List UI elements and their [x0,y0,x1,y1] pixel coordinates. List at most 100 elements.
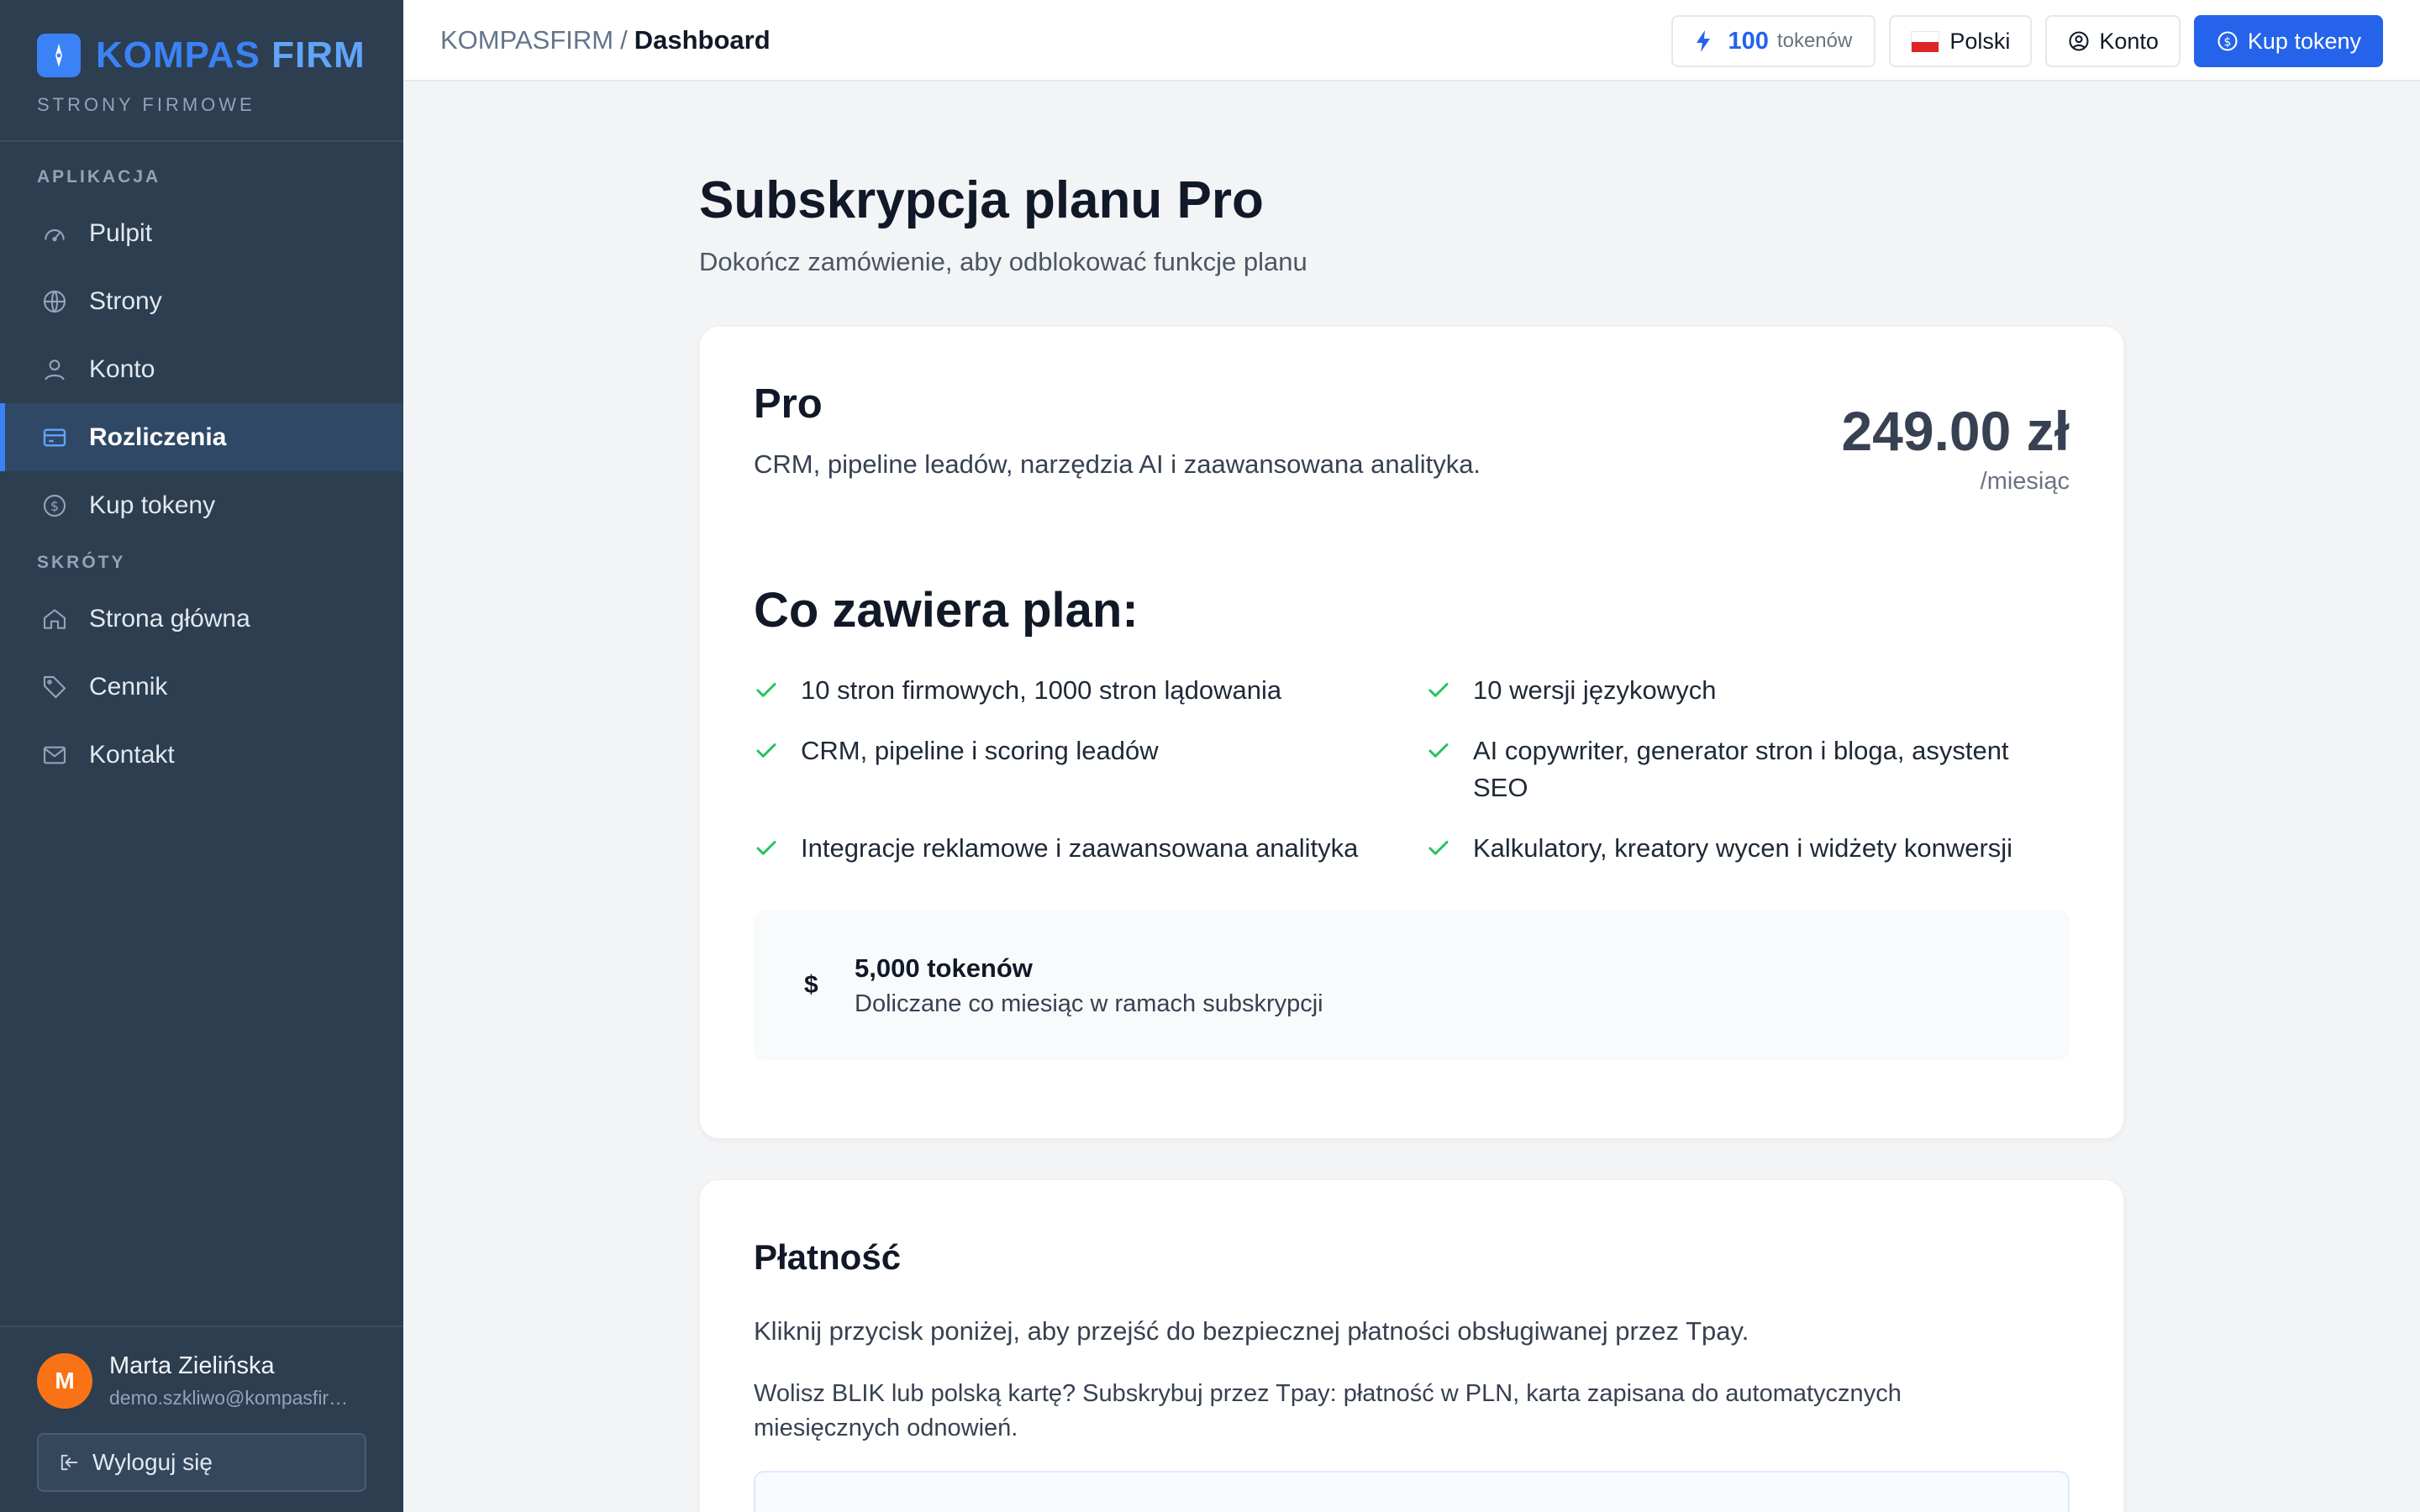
payment-card: Płatność Kliknij przycisk poniżej, aby p… [699,1179,2124,1512]
feature-text: Kalkulatory, kreatory wycen i widżety ko… [1473,833,2013,863]
feature-item: Integracje reklamowe i zaawansowana anal… [754,830,1426,867]
token-balance-button[interactable]: 100 tokenów [1670,15,1876,67]
feature-text: CRM, pipeline i scoring leadów [801,736,1159,765]
check-icon [754,830,782,867]
includes-title: Co zawiera plan: [754,583,1139,638]
sidebar-item-label: Konto [89,354,155,383]
main-content: Subskrypcja planu Pro Dokończ zamówienie… [699,81,2124,1512]
check-icon [754,672,782,709]
sidebar-item-rozliczenia[interactable]: Rozliczenia [0,403,403,471]
sidebar-item-label: Rozliczenia [89,423,227,451]
compass-icon [37,34,81,77]
globe-icon [40,287,69,316]
avatar: M [37,1353,92,1409]
feature-text: Integracje reklamowe i zaawansowana anal… [801,833,1359,863]
token-unit: tokenów [1776,29,1853,52]
user-email: demo.szkliwo@kompasfirm.pl [109,1387,361,1409]
sidebar-item-konto[interactable]: Konto [0,335,403,403]
check-icon [1426,732,1455,769]
brand-link[interactable]: KOMPAS FIRM [37,34,366,77]
svg-text:$: $ [2223,35,2231,49]
sidebar-item-kontakt[interactable]: Kontakt [0,721,403,789]
dollar-icon: $ [804,971,818,999]
user-card[interactable]: M Marta Zielińska demo.szkliwo@kompasfir… [37,1352,366,1410]
brand-kompas: KOMPAS [96,34,260,76]
feature-text: 10 wersji językowych [1473,675,1717,705]
sidebar-footer: M Marta Zielińska demo.szkliwo@kompasfir… [0,1326,403,1512]
price-period: /miesiąc [1980,468,2070,495]
brand-subtitle: STRONY FIRMOWE [37,94,255,115]
payment-option-box[interactable] [754,1471,2070,1512]
tag-icon [40,673,69,701]
plan-card: Pro CRM, pipeline leadów, narzędzia AI i… [699,326,2124,1139]
nav-section-app: APLIKACJA [37,167,161,186]
top-actions: 100 tokenów Polski Konto $ Kup tokeny [1670,15,2383,67]
sidebar: KOMPAS FIRM STRONY FIRMOWE APLIKACJA Pul… [0,0,403,1512]
breadcrumb-separator: / [620,24,628,55]
sidebar-item-kup-tokeny[interactable]: $ Kup tokeny [0,471,403,539]
bolt-icon [1695,29,1712,53]
page-title: Subskrypcja planu Pro [699,171,1264,229]
nav-list-app: Pulpit Strony Konto Rozliczenia $ Kup to… [0,199,403,539]
sidebar-item-label: Kup tokeny [89,491,216,519]
coin-icon: $ [2216,29,2239,53]
brand-firm: FIRM [271,34,366,76]
feature-text: AI copywriter, generator stron i bloga, … [1473,736,2009,802]
feature-text: 10 stron firmowych, 1000 stron lądowania [801,675,1282,705]
buy-tokens-label: Kup tokeny [2247,28,2361,54]
user-info: Marta Zielińska demo.szkliwo@kompasfirm.… [109,1352,361,1410]
feature-item: 10 stron firmowych, 1000 stron lądowania [754,672,1426,709]
sidebar-item-strony[interactable]: Strony [0,267,403,335]
language-label: Polski [1949,28,2011,54]
breadcrumb-root[interactable]: KOMPASFIRM [440,25,613,55]
sidebar-item-label: Cennik [89,672,168,701]
gauge-icon [40,219,69,248]
topbar: KOMPASFIRM / Dashboard 100 tokenów Polski … [403,0,2420,81]
price-value: 249.00 zł [1841,400,2070,462]
check-icon [1426,830,1455,867]
payment-instructions: Kliknij przycisk poniżej, aby przejść do… [754,1316,1749,1346]
language-button[interactable]: Polski [1889,15,2033,67]
logout-icon [57,1451,81,1474]
sidebar-item-pulpit[interactable]: Pulpit [0,199,403,267]
token-bonus-subtitle: Doliczane co miesiąc w ramach subskrypcj… [855,990,1323,1017]
token-bonus-title: 5,000 tokenów [855,953,1033,983]
breadcrumb-current: Dashboard [634,24,771,55]
account-label: Konto [2099,28,2159,54]
payment-title: Płatność [754,1237,902,1277]
sidebar-item-cennik[interactable]: Cennik [0,653,403,721]
payment-tpay-info: Wolisz BLIK lub polską kartę? Subskrybuj… [754,1380,1902,1441]
svg-text:$: $ [50,498,59,514]
brand: KOMPAS FIRM STRONY FIRMOWE [0,0,403,142]
nav-section-shortcuts: SKRÓTY [37,553,126,572]
breadcrumb: KOMPASFIRM / Dashboard [440,25,771,55]
credit-card-icon [40,423,69,452]
plan-price: 249.00 zł /miesiąc [1841,399,2070,496]
poland-flag-icon [1911,31,1940,52]
brand-name: KOMPAS FIRM [96,34,366,76]
user-name: Marta Zielińska [109,1352,275,1379]
token-bonus-box: $ 5,000 tokenów Doliczane co miesiąc w r… [754,911,2070,1060]
account-button[interactable]: Konto [2045,15,2181,67]
home-icon [40,605,69,633]
coin-icon: $ [40,491,69,520]
page-subtitle: Dokończ zamówienie, aby odblokować funkc… [699,247,1307,276]
feature-item: 10 wersji językowych [1426,672,2065,709]
logout-button[interactable]: Wyloguj się [37,1433,366,1492]
sidebar-item-label: Kontakt [89,740,175,769]
sidebar-item-label: Strona główna [89,604,250,633]
feature-item: AI copywriter, generator stron i bloga, … [1426,732,2065,806]
user-circle-icon [2067,29,2091,53]
feature-list: 10 stron firmowych, 1000 stron lądowania… [754,672,2070,867]
feature-item: Kalkulatory, kreatory wycen i widżety ko… [1426,830,2065,867]
sidebar-item-label: Strony [89,286,162,315]
check-icon [754,732,782,769]
check-icon [1426,672,1455,709]
buy-tokens-button[interactable]: $ Kup tokeny [2193,15,2383,67]
feature-item: CRM, pipeline i scoring leadów [754,732,1426,806]
token-count: 100 [1728,27,1769,55]
sidebar-item-label: Pulpit [89,218,153,247]
nav-list-shortcuts: Strona główna Cennik Kontakt [0,585,403,789]
sidebar-item-strona-glowna[interactable]: Strona główna [0,585,403,653]
logout-label: Wyloguj się [92,1449,213,1475]
